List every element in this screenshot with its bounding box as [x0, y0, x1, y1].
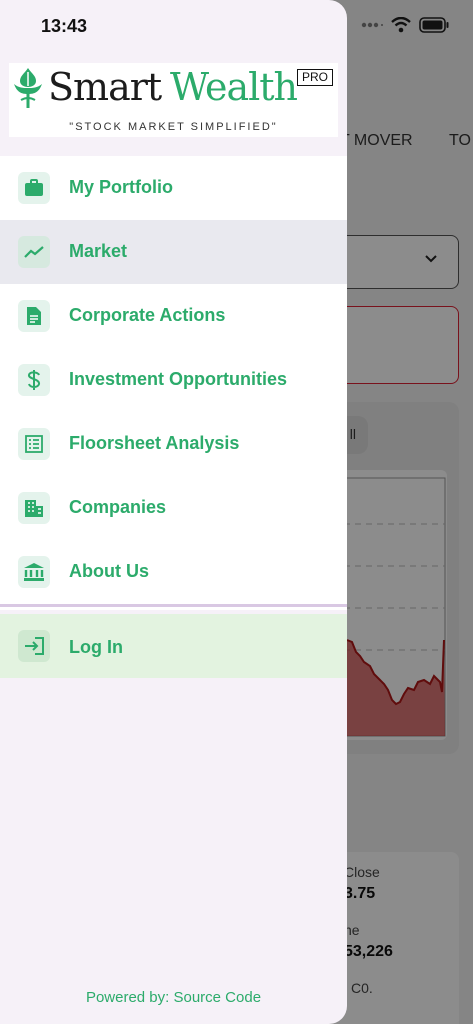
document-icon — [18, 300, 50, 332]
menu-item-label: About Us — [69, 561, 149, 581]
powered-by-footer: Powered by: Source Code — [85, 989, 262, 1006]
menu-item-companies[interactable]: Companies — [0, 476, 347, 540]
menu-item-my-portfolio[interactable]: My Portfolio — [0, 156, 347, 220]
menu-item-floorsheet-analysis[interactable]: Floorsheet Analysis — [0, 412, 347, 476]
bank-icon — [18, 556, 50, 588]
menu-item-label: Companies — [69, 497, 167, 517]
signal-dots-icon — [361, 22, 383, 28]
logo-text-smart: Smart — [48, 65, 162, 109]
menu-item-label: Floorsheet Analysis — [69, 433, 240, 453]
menu-item-log-in[interactable]: Log In — [0, 614, 347, 678]
logo-text-wealth: Wealth — [170, 65, 298, 109]
wifi-icon — [391, 17, 411, 33]
menu-item-corporate-actions[interactable]: Corporate Actions — [0, 284, 347, 348]
menu-item-label: Investment Opportunities — [69, 369, 288, 389]
menu-item-label: Market — [69, 241, 128, 261]
briefcase-icon — [18, 172, 50, 204]
menu-item-about-us[interactable]: About Us — [0, 540, 347, 604]
navigation-drawer: Smart Wealth PRO "STOCK MARKET SIMPLIFIE… — [0, 0, 347, 1024]
login-icon — [18, 630, 50, 662]
drawer-menu: My Portfolio Market Corporate Actions In… — [0, 156, 347, 610]
logo-icon — [14, 68, 42, 108]
list-sheet-icon — [18, 428, 50, 460]
menu-item-label: My Portfolio — [69, 177, 173, 197]
battery-icon — [419, 17, 449, 33]
building-icon — [18, 492, 50, 524]
menu-item-label: Log In — [69, 637, 123, 657]
smart-wealth-logo: Smart Wealth PRO "STOCK MARKET SIMPLIFIE… — [9, 63, 338, 137]
dollar-icon — [18, 364, 50, 396]
menu-item-investment-opportunities[interactable]: Investment Opportunities — [0, 348, 347, 412]
status-icons — [361, 14, 449, 36]
status-time: 13:43 — [41, 16, 88, 36]
menu-item-label: Corporate Actions — [69, 305, 226, 325]
menu-item-market[interactable]: Market — [0, 220, 347, 284]
logo-pro-badge: PRO — [297, 69, 333, 86]
trending-up-icon — [18, 236, 50, 268]
menu-divider — [0, 604, 347, 607]
logo-tagline: "STOCK MARKET SIMPLIFIED" — [69, 121, 278, 133]
